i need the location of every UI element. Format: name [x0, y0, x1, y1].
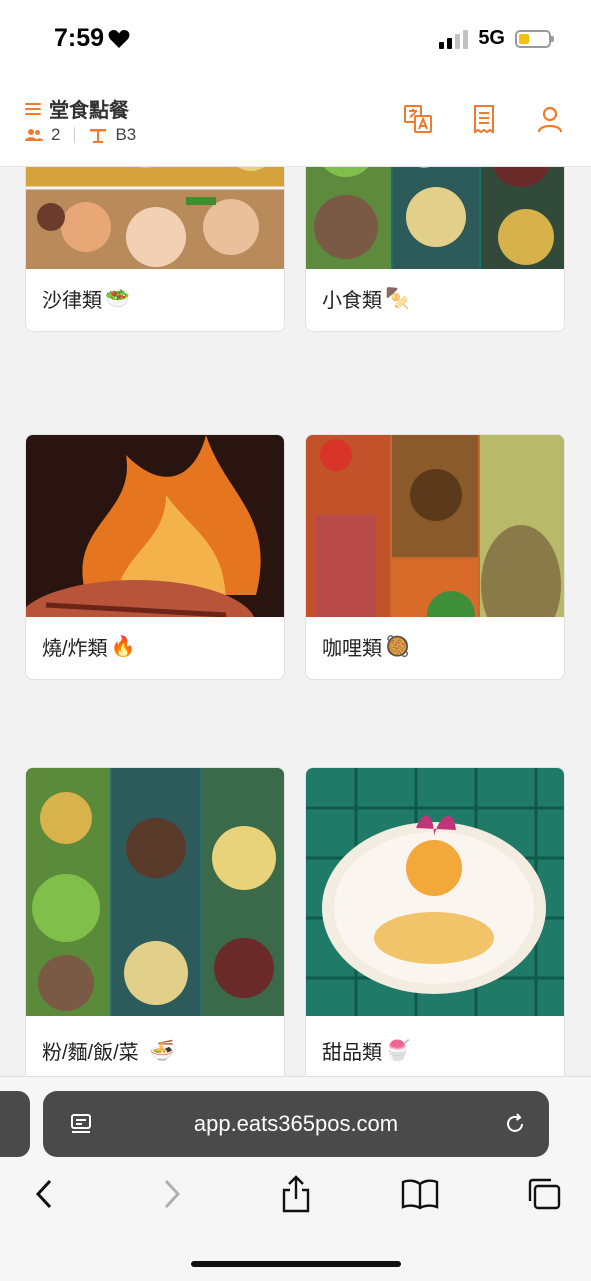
- dessert-image: [306, 768, 564, 1016]
- chevron-left-icon: [35, 1179, 52, 1209]
- home-indicator: [191, 1261, 401, 1267]
- address-bar[interactable]: app.eats365pos.com: [43, 1091, 549, 1157]
- app-header: 堂食點餐 2 B3: [0, 80, 591, 167]
- category-label: 燒/炸類 🔥: [42, 636, 136, 660]
- category-grid: 沙律類🥗 ISAN 小食類🍢: [0, 166, 591, 1076]
- snacks-image: ISAN: [306, 166, 564, 269]
- isan-text: ISAN: [401, 166, 492, 176]
- status-time: 7:59: [54, 24, 130, 53]
- guests-icon: [25, 129, 43, 141]
- category-label: 粉/麵/飯/菜 🍜: [42, 1040, 175, 1064]
- grill-image: [26, 435, 284, 617]
- guest-count: 2: [51, 125, 61, 144]
- forward-button[interactable]: [150, 1172, 194, 1216]
- noodle-emoji-icon: 🍜: [149, 1040, 175, 1062]
- shaved-ice-emoji-icon: 🍧: [385, 1040, 410, 1062]
- category-label: 咖哩類 🥘: [322, 636, 410, 660]
- category-card-snacks[interactable]: ISAN 小食類🍢: [305, 166, 565, 332]
- chevron-right-icon: [164, 1179, 181, 1209]
- heart-icon: [108, 29, 130, 48]
- tabs-button[interactable]: [522, 1172, 566, 1216]
- back-button[interactable]: [22, 1172, 66, 1216]
- category-label: 沙律類 🥗: [42, 288, 130, 312]
- receipt-icon[interactable]: [469, 104, 499, 134]
- category-card-noodles[interactable]: 粉/麵/飯/菜 🍜: [25, 767, 285, 1076]
- reload-icon[interactable]: [503, 1112, 527, 1136]
- browser-toolbar: app.eats365pos.com: [0, 1076, 591, 1281]
- category-label: 小食類 🍢: [322, 288, 410, 312]
- noodles-image: [26, 768, 284, 1016]
- bookmarks-button[interactable]: [398, 1172, 442, 1216]
- category-card-dessert[interactable]: 甜品類 🍧: [305, 767, 565, 1076]
- user-icon[interactable]: [535, 104, 565, 134]
- status-bar: 7:59 5G: [0, 0, 591, 80]
- fire-emoji-icon: 🔥: [110, 636, 136, 658]
- menu-icon[interactable]: [25, 102, 41, 115]
- table-icon: [90, 129, 107, 143]
- table-number: B3: [115, 125, 137, 144]
- salad-emoji-icon: 🥗: [105, 288, 130, 310]
- category-card-salad[interactable]: 沙律類 🥗: [25, 166, 285, 332]
- curry-emoji-icon: 🥘: [385, 636, 410, 658]
- category-label: 甜品類 🍧: [322, 1040, 410, 1064]
- battery-icon: [515, 29, 554, 48]
- category-card-curry[interactable]: 咖哩類 🥘: [305, 434, 565, 680]
- skewer-emoji-icon: 🍢: [385, 288, 410, 310]
- salad-image: [26, 166, 284, 269]
- previous-tab-preview[interactable]: [0, 1091, 30, 1157]
- category-card-grill[interactable]: 燒/炸類 🔥: [25, 434, 285, 680]
- tabs-icon: [528, 1178, 561, 1210]
- book-icon: [401, 1179, 439, 1210]
- time-text: 7:59: [54, 24, 105, 52]
- signal-icon: [439, 29, 469, 49]
- curry-image: [306, 435, 564, 617]
- share-icon: [282, 1175, 310, 1213]
- translate-icon[interactable]: [403, 104, 433, 134]
- network-type: 5G: [478, 27, 505, 49]
- page-title: 堂食點餐: [49, 100, 129, 122]
- url-text: app.eats365pos.com: [193, 1111, 399, 1136]
- share-button[interactable]: [274, 1172, 318, 1216]
